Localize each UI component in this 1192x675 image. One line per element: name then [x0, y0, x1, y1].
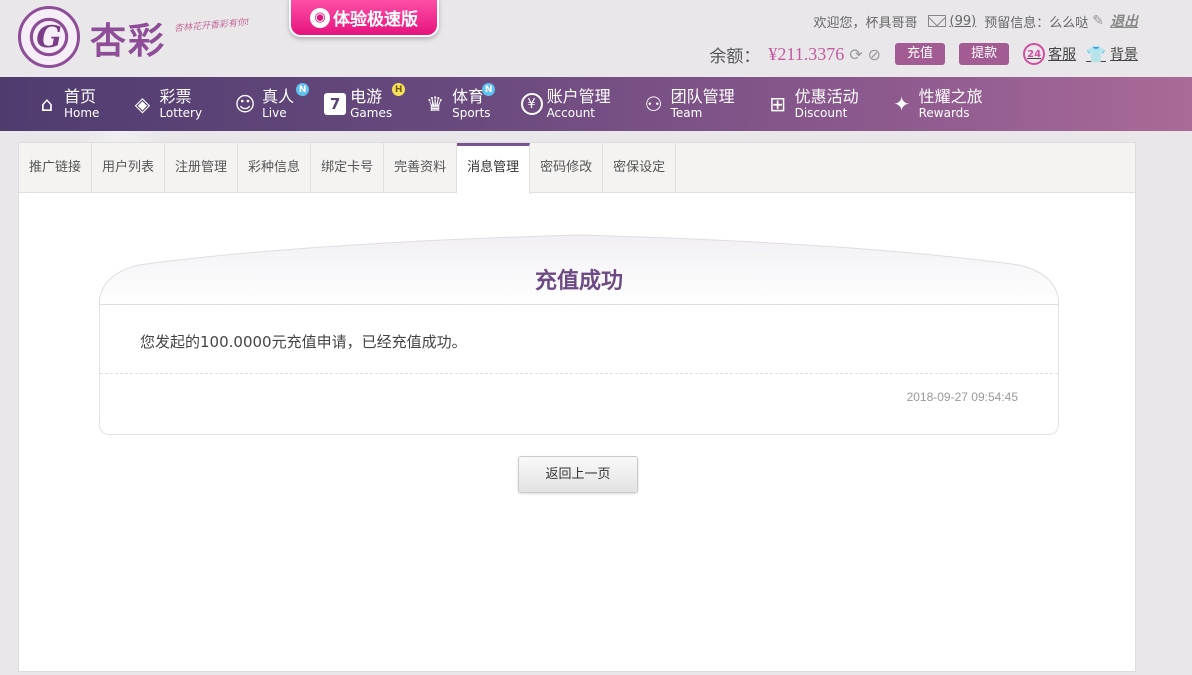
speed-icon: ◉	[310, 7, 330, 28]
message-title: 充值成功	[534, 269, 623, 294]
tab-messages[interactable]: 消息管理	[457, 143, 531, 194]
service-24h-icon: 24	[1023, 43, 1046, 65]
message-text: 您发起的100.0000元充值申请，已经充值成功。	[100, 305, 1058, 374]
tab-lottery-info[interactable]: 彩种信息	[238, 143, 312, 193]
reserve-label: 预留信息：	[984, 15, 1050, 31]
message-card: 充值成功 您发起的100.0000元充值申请，已经充值成功。 2018-09-2…	[99, 233, 1059, 435]
nav-label-en: Sports	[452, 106, 491, 120]
speed-version-button[interactable]: ◉ 体验极速版	[289, 0, 439, 37]
nav-label-en: Games	[350, 106, 393, 120]
nav-label-zh: 首页	[64, 87, 97, 106]
hot-badge: H	[392, 83, 406, 96]
message-timestamp: 2018-09-27 09:54:45	[906, 390, 1018, 404]
nav-item-discount[interactable]: ⊞ 优惠活动 Discount	[765, 77, 859, 131]
hide-balance-icon[interactable]: ⊘	[868, 45, 881, 64]
customer-service-link[interactable]: 24 客服	[1023, 43, 1076, 65]
site-logo[interactable]: G 杏彩 杏林花开香彩有你!	[18, 6, 268, 68]
balance-value: ¥211.3376	[768, 43, 845, 64]
nav-item-live[interactable]: ☺ 真人 Live N	[232, 77, 310, 131]
main-nav: ⌂ 首页 Home ◈ 彩票 Lottery ☺ 真人 Live N 7 电游 Game…	[0, 77, 1192, 131]
background-label: 背景	[1110, 47, 1138, 63]
nav-label-zh: 账户管理	[546, 87, 611, 106]
nav-label-en: Team	[670, 106, 703, 120]
welcome-text: 欢迎您，	[813, 15, 866, 31]
nav-item-games[interactable]: 7 电游 Games H	[324, 77, 406, 131]
recharge-button[interactable]: 充值	[895, 43, 946, 65]
new-badge: N	[296, 83, 310, 96]
nav-label-en: Lottery	[159, 106, 203, 120]
nav-item-account[interactable]: ¥ 账户管理 Account	[520, 77, 611, 131]
nav-label-zh: 真人	[262, 87, 295, 106]
tab-security[interactable]: 密保设定	[603, 143, 677, 193]
refresh-icon[interactable]: ⟳	[849, 45, 862, 64]
edit-icon[interactable]: ✎	[1092, 13, 1104, 29]
shirt-icon: 👕	[1086, 44, 1106, 64]
nav-label-zh: 性耀之旅	[918, 87, 983, 106]
mail-icon[interactable]	[927, 15, 946, 27]
trophy-icon: ♛	[426, 92, 445, 116]
user-info-row: 欢迎您， 杯具哥哥 (99) 预留信息： 么么哒 ✎ 退出	[814, 11, 1138, 31]
balance-row: 余额： ¥211.3376 ⟳ ⊘ 充值 提款 24 客服 👕 背景	[709, 42, 1138, 67]
nav-item-home[interactable]: ⌂ 首页 Home	[34, 77, 100, 131]
nav-label-zh: 电游	[350, 87, 383, 106]
new-badge: N	[482, 83, 496, 96]
nav-label-en: Live	[262, 106, 287, 120]
tab-bind-card[interactable]: 绑定卡号	[311, 143, 385, 193]
speed-version-label: 体验极速版	[333, 10, 418, 30]
tab-profile[interactable]: 完善资料	[384, 143, 458, 193]
nav-label-zh: 团队管理	[670, 87, 735, 106]
tab-user-list[interactable]: 用户列表	[92, 143, 166, 193]
reserve-value: 么么哒	[1049, 15, 1089, 31]
header: G 杏彩 杏林花开香彩有你! ◉ 体验极速版 欢迎您， 杯具哥哥 (99) 预留…	[0, 0, 1192, 77]
withdraw-button[interactable]: 提款	[959, 43, 1010, 65]
logo-text: 杏彩	[90, 20, 167, 62]
tab-password[interactable]: 密码修改	[530, 143, 604, 193]
live-dealer-icon: ☺	[234, 92, 256, 116]
message-body: 您发起的100.0000元充值申请，已经充值成功。 2018-09-27 09:…	[99, 305, 1059, 435]
lottery-ticket-icon: ◈	[134, 92, 151, 116]
nav-item-lottery[interactable]: ◈ 彩票 Lottery	[129, 77, 202, 131]
nav-label-zh: 彩票	[159, 87, 192, 106]
username: 杯具哥哥	[865, 15, 918, 31]
logo-slogan: 杏林花开香彩有你!	[173, 17, 251, 35]
logout-link[interactable]: 退出	[1110, 11, 1138, 31]
nav-label-en: Rewards	[918, 106, 970, 120]
content-panel: 推广链接 用户列表 注册管理 彩种信息 绑定卡号 完善资料 消息管理 密码修改 …	[18, 142, 1136, 672]
nav-item-sports[interactable]: ♛ 体育 Sports N	[422, 77, 496, 131]
tab-promo-link[interactable]: 推广链接	[19, 143, 93, 193]
team-users-icon: ⚇	[644, 92, 663, 116]
background-link[interactable]: 👕 背景	[1086, 44, 1138, 64]
nav-label-zh: 优惠活动	[794, 87, 859, 106]
gift-icon: ⊞	[769, 92, 786, 116]
sub-tabs: 推广链接 用户列表 注册管理 彩种信息 绑定卡号 完善资料 消息管理 密码修改 …	[19, 143, 1135, 194]
nav-item-team[interactable]: ⚇ 团队管理 Team	[641, 77, 735, 131]
slot-seven-icon: 7	[324, 93, 347, 115]
rewards-figure-icon: ✦	[893, 92, 910, 116]
home-icon: ⌂	[40, 92, 54, 116]
nav-item-rewards[interactable]: ✦ 性耀之旅 Rewards	[889, 77, 983, 131]
back-button[interactable]: 返回上一页	[518, 456, 638, 493]
nav-label-en: Account	[546, 106, 596, 120]
balance-label: 余额：	[709, 46, 761, 67]
tab-registration[interactable]: 注册管理	[165, 143, 239, 193]
nav-label-en: Discount	[794, 106, 848, 120]
service-label: 客服	[1048, 47, 1077, 63]
yen-coin-icon: ¥	[520, 93, 543, 115]
logo-emblem-icon: G	[18, 6, 80, 68]
nav-label-en: Home	[64, 106, 100, 120]
message-count-link[interactable]: (99)	[950, 14, 977, 29]
